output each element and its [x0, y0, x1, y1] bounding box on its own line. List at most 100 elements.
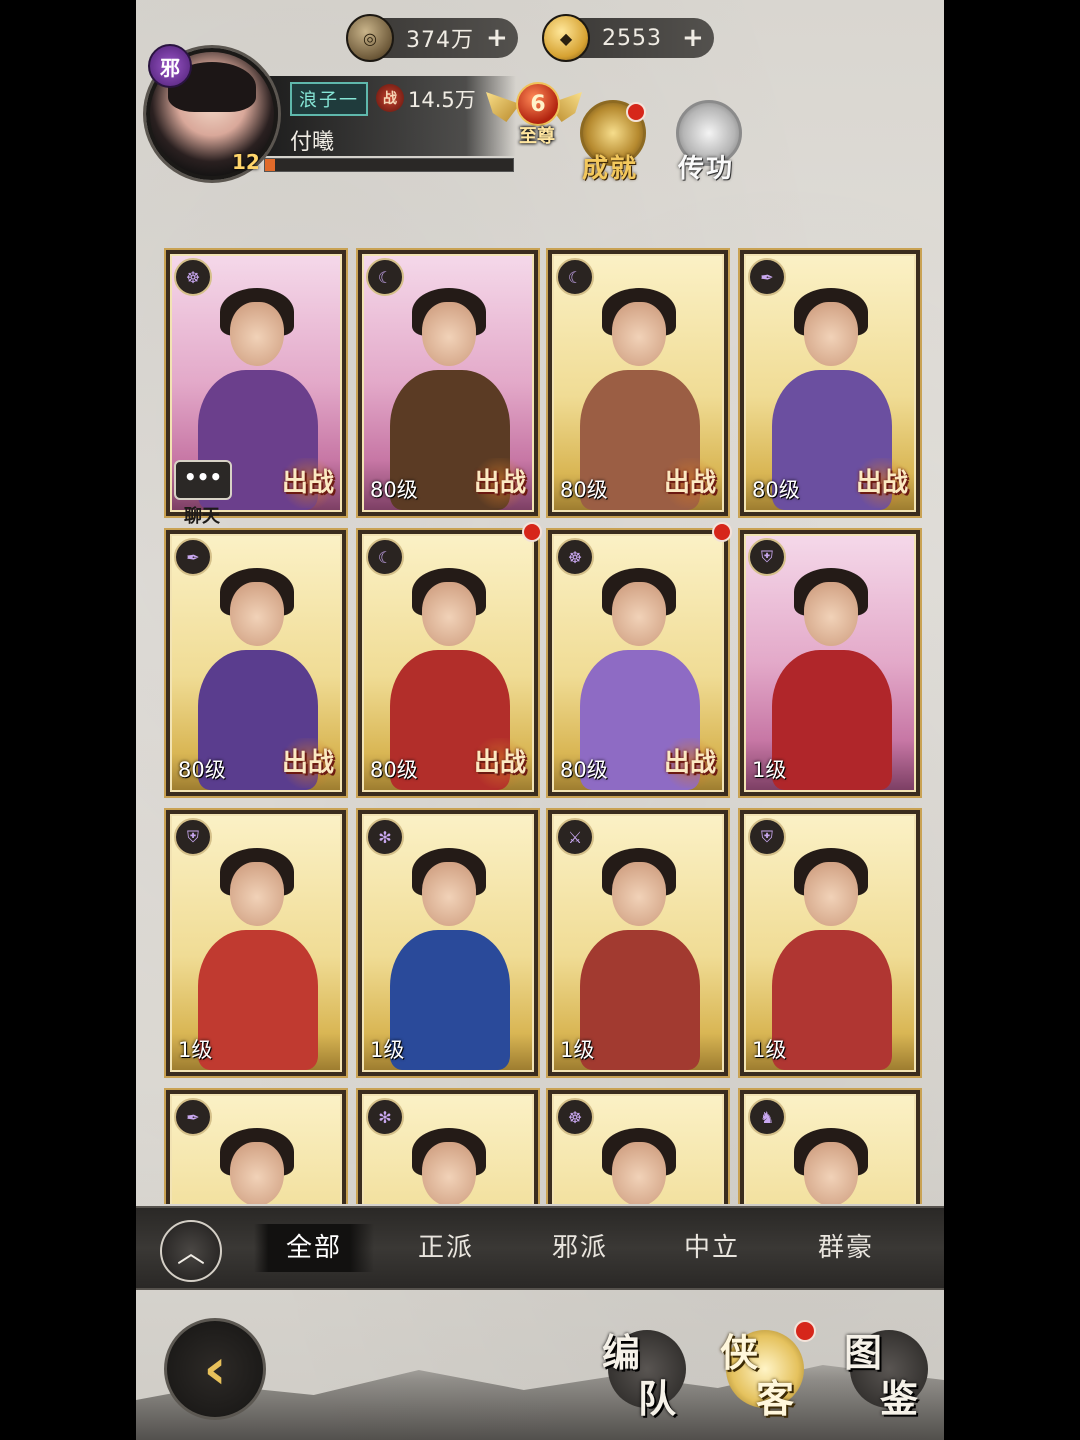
nav-atlas-char1: 图: [844, 1331, 883, 1375]
snowflake-icon: ✻: [366, 818, 404, 856]
deployed-badge: 出战: [660, 458, 720, 508]
chat-button[interactable]: ••• 聊天: [174, 460, 232, 527]
exp-bar-fill: [265, 159, 275, 171]
exp-bar: [264, 158, 514, 172]
nav-heroes-char1: 侠: [720, 1331, 759, 1375]
hero-level: 80级: [560, 758, 608, 782]
nav-team-char1: 编: [602, 1331, 641, 1375]
hero-card[interactable]: ⛨ 1级: [738, 528, 922, 798]
hero-portrait: [384, 1124, 512, 1204]
notification-dot: [794, 1320, 816, 1342]
deployed-badge: 出战: [470, 738, 530, 788]
gold-amount: 2553: [602, 25, 662, 51]
hero-level: 1级: [178, 1038, 213, 1062]
chevron-left-icon: ‹: [203, 1336, 227, 1402]
copper-currency[interactable]: ◎ 374万 +: [346, 14, 518, 62]
copper-amount: 374万: [406, 28, 474, 53]
notification-dot: [522, 522, 542, 542]
player-name: 付曦: [290, 130, 335, 155]
hero-card[interactable]: ⚔ 1级: [546, 808, 730, 1078]
chevron-up-icon: ︿: [176, 1236, 205, 1269]
crescent-icon: ☾: [366, 258, 404, 296]
feather-icon: ✒: [748, 258, 786, 296]
hero-card[interactable]: ✒ 80级 出战: [738, 248, 922, 518]
feather-icon: ✒: [174, 538, 212, 576]
hero-portrait: [192, 1124, 320, 1204]
hero-level: 1级: [560, 1038, 595, 1062]
hero-card[interactable]: ☸: [546, 1088, 730, 1204]
hero-level: 1级: [370, 1038, 405, 1062]
inherit-label: 传功: [677, 154, 734, 184]
hero-card[interactable]: ✒ 80级 出战: [164, 528, 348, 798]
notification-dot: [626, 102, 646, 122]
tab-neutral[interactable]: 中立: [652, 1224, 772, 1272]
faction-badge: 邪: [148, 44, 192, 88]
gold-currency[interactable]: ◆ 2553 +: [542, 14, 714, 62]
faction-filter-bar: ︿ 全部 正派 邪派 中立 群豪: [136, 1206, 944, 1290]
shield-icon: ⛨: [748, 818, 786, 856]
hero-portrait: [574, 1124, 702, 1204]
gold-ingot-icon: ◆: [542, 14, 590, 62]
nav-heroes-char2: 客: [756, 1377, 795, 1421]
vip-badge[interactable]: 6 至尊: [486, 74, 570, 148]
hero-card[interactable]: ☾ 80级 出战: [546, 248, 730, 518]
add-gold-button[interactable]: +: [682, 23, 704, 53]
tab-all[interactable]: 全部: [254, 1224, 374, 1272]
hero-level: 80级: [752, 478, 800, 502]
player-level: 12: [232, 150, 260, 174]
chat-label: 聊天: [184, 506, 220, 527]
hero-level: 80级: [560, 478, 608, 502]
vip-level: 6: [516, 82, 560, 126]
deployed-badge: 出战: [278, 458, 338, 508]
game-screen: ◎ 374万 + ◆ 2553 + 邪 12 浪子一 战 14.5万 付曦 6 …: [136, 0, 944, 1440]
deployed-badge: 出战: [660, 738, 720, 788]
back-button[interactable]: ‹: [164, 1318, 266, 1420]
feather-icon: ✒: [174, 1098, 212, 1136]
tab-heroes[interactable]: 群豪: [786, 1224, 906, 1272]
shield-icon: ⛨: [174, 818, 212, 856]
tab-righteous[interactable]: 正派: [386, 1224, 506, 1272]
hero-card[interactable]: ♞: [738, 1088, 922, 1204]
mask-icon: ☸: [556, 538, 594, 576]
hero-card[interactable]: ✒: [164, 1088, 348, 1204]
hero-level: 80级: [178, 758, 226, 782]
hero-portrait: [766, 564, 894, 790]
deployed-badge: 出战: [470, 458, 530, 508]
deployed-badge: 出战: [278, 738, 338, 788]
crescent-icon: ☾: [366, 538, 404, 576]
hero-card[interactable]: ☾ 80级 出战: [356, 528, 540, 798]
add-copper-button[interactable]: +: [486, 23, 508, 53]
hero-card[interactable]: ✻ 1级: [356, 808, 540, 1078]
hero-level: 1级: [752, 758, 787, 782]
snowflake-icon: ✻: [366, 1098, 404, 1136]
deployed-badge: 出战: [852, 458, 912, 508]
hero-card[interactable]: ☸ 80级 出战: [546, 528, 730, 798]
copper-coin-icon: ◎: [346, 14, 394, 62]
hero-card[interactable]: ☾ 80级 出战: [356, 248, 540, 518]
hero-card[interactable]: ✻: [356, 1088, 540, 1204]
nav-atlas-char2: 鉴: [880, 1377, 919, 1421]
horse-icon: ♞: [748, 1098, 786, 1136]
vip-label: 至尊: [519, 126, 555, 147]
collapse-button[interactable]: ︿: [160, 1220, 222, 1282]
hero-portrait: [192, 844, 320, 1070]
hero-portrait: [766, 1124, 894, 1204]
hero-card[interactable]: ⛨ 1级: [738, 808, 922, 1078]
nav-atlas[interactable]: 图 鉴: [840, 1322, 936, 1422]
hero-card[interactable]: ⛨ 1级: [164, 808, 348, 1078]
player-title: 浪子一: [290, 82, 368, 116]
inherit-button[interactable]: 传功: [668, 100, 744, 184]
hero-level: 80级: [370, 478, 418, 502]
mask-icon: ☸: [174, 258, 212, 296]
sword-icon: ⚔: [556, 818, 594, 856]
nav-team[interactable]: 编 队: [598, 1322, 694, 1422]
power-icon: 战: [376, 84, 404, 112]
shield-icon: ⛨: [748, 538, 786, 576]
hero-level: 80级: [370, 758, 418, 782]
hero-portrait: [384, 844, 512, 1070]
combat-power: 14.5万: [408, 88, 476, 112]
chat-bubble-icon: •••: [174, 460, 232, 500]
hero-portrait: [574, 844, 702, 1070]
nav-team-char2: 队: [638, 1377, 677, 1421]
tab-evil[interactable]: 邪派: [520, 1224, 640, 1272]
